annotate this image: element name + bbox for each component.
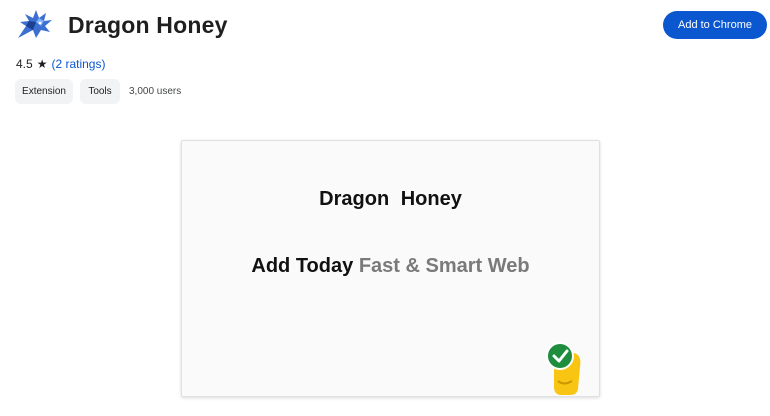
user-count: 3,000 users [129, 86, 182, 97]
rating-score: 4.5 [16, 57, 33, 71]
add-to-chrome-button[interactable]: Add to Chrome [663, 11, 767, 39]
rating-row: 4.5 ★ (2 ratings) [16, 57, 105, 71]
chip-extension[interactable]: Extension [15, 79, 73, 104]
star-icon: ★ [36, 57, 48, 71]
dragon-logo-icon [18, 10, 52, 38]
chip-tools[interactable]: Tools [80, 79, 120, 104]
promo-tagline: Add Today Fast & Smart Web [182, 255, 599, 278]
promo-screenshot-card[interactable]: Dragon Honey Add Today Fast & Smart Web [181, 140, 600, 397]
promo-title: Dragon Honey [319, 188, 462, 210]
promo-tagline-part1: Add Today [251, 255, 354, 277]
ratings-count-link[interactable]: (2 ratings) [51, 57, 105, 71]
promo-tagline-part2: Fast & Smart Web [358, 255, 530, 277]
app-title: Dragon Honey [68, 12, 228, 38]
check-badge-icon [546, 342, 581, 395]
